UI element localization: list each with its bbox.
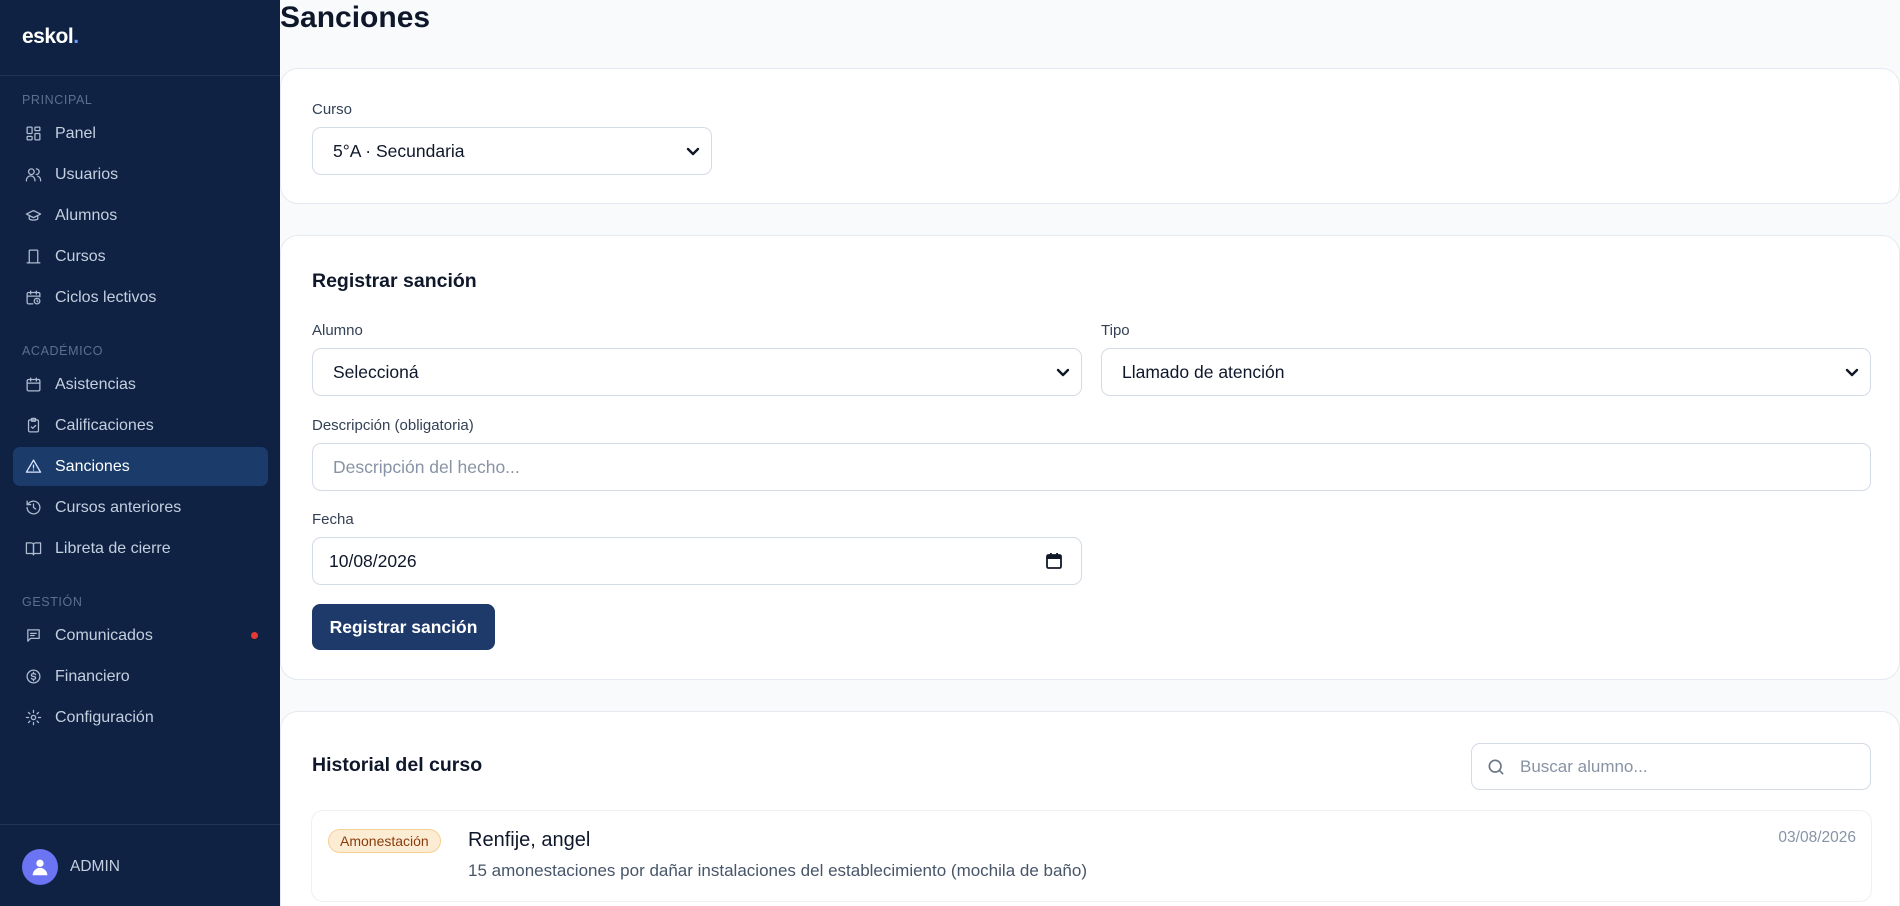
date-value: 10/08/2026 — [329, 550, 417, 571]
register-sanction-card: Registrar sanción Alumno Seleccioná Tipo… — [280, 235, 1900, 680]
register-card-title: Registrar sanción — [312, 270, 477, 292]
register-sanction-button[interactable]: Registrar sanción — [312, 604, 495, 650]
user-icon — [32, 859, 48, 876]
student-label: Alumno — [312, 322, 363, 339]
section-label-gestion: GESTIÓN — [22, 595, 83, 609]
users-icon — [24, 166, 42, 184]
sidebar-item-comunicados[interactable]: Comunicados — [13, 616, 268, 655]
calendar-clock-icon — [24, 289, 42, 307]
course-select[interactable]: 5°A · Secundaria — [312, 127, 712, 175]
dollar-circle-icon — [24, 668, 42, 686]
sidebar-item-cursos-anteriores[interactable]: Cursos anteriores — [13, 488, 268, 527]
sidebar-divider — [0, 824, 280, 825]
description-placeholder: Descripción del hecho... — [333, 456, 520, 477]
sidebar-item-panel[interactable]: Panel — [13, 114, 268, 153]
grid-icon — [24, 125, 42, 143]
sidebar: eskol. PRINCIPAL Panel Usuarios Alumnos … — [0, 0, 280, 906]
type-select-value: Llamado de atención — [1122, 361, 1285, 382]
sidebar-item-label: Panel — [55, 124, 96, 142]
history-icon — [24, 499, 42, 517]
search-placeholder: Buscar alumno... — [1520, 756, 1648, 776]
type-select[interactable]: Llamado de atención — [1101, 348, 1871, 396]
sidebar-item-libreta-de-cierre[interactable]: Libreta de cierre — [13, 529, 268, 568]
sidebar-item-alumnos[interactable]: Alumnos — [13, 196, 268, 235]
sidebar-item-label: Configuración — [55, 708, 154, 726]
sidebar-item-label: Asistencias — [55, 375, 136, 393]
section-label-academico: ACADÉMICO — [22, 344, 104, 358]
message-icon — [24, 627, 42, 645]
date-label: Fecha — [312, 511, 354, 528]
record-description: 15 amonestaciones por dañar instalacione… — [468, 861, 1087, 880]
sidebar-item-label: Alumnos — [55, 206, 118, 224]
door-icon — [24, 248, 42, 266]
sidebar-item-label: Cursos — [55, 247, 106, 265]
user-name: ADMIN — [70, 858, 120, 875]
sidebar-item-usuarios[interactable]: Usuarios — [13, 155, 268, 194]
sidebar-item-sanciones[interactable]: Sanciones — [13, 447, 268, 486]
description-label: Descripción (obligatoria) — [312, 417, 474, 434]
sidebar-item-ciclos-lectivos[interactable]: Ciclos lectivos — [13, 278, 268, 317]
chevron-down-icon — [685, 143, 701, 159]
sidebar-item-configuracion[interactable]: Configuración — [13, 698, 268, 737]
description-input[interactable]: Descripción del hecho... — [312, 443, 1871, 491]
course-history-card: Historial del curso Buscar alumno... Amo… — [280, 711, 1900, 906]
status-badge: Amonestación — [328, 829, 441, 853]
sidebar-item-label: Usuarios — [55, 165, 119, 183]
sidebar-item-label: Sanciones — [55, 457, 130, 475]
sidebar-item-financiero[interactable]: Financiero — [13, 657, 268, 696]
search-student-input[interactable]: Buscar alumno... — [1471, 743, 1871, 790]
section-label-principal: PRINCIPAL — [22, 93, 93, 107]
record-date: 03/08/2026 — [1778, 829, 1856, 846]
sidebar-item-label: Ciclos lectivos — [55, 288, 157, 306]
course-selector-card: Curso 5°A · Secundaria — [280, 68, 1900, 204]
clipboard-check-icon — [24, 417, 42, 435]
list-item[interactable]: Amonestación Renfije, angel 15 amonestac… — [311, 810, 1872, 902]
user-profile[interactable]: ADMIN — [22, 849, 120, 885]
graduation-cap-icon — [24, 207, 42, 225]
warning-triangle-icon — [24, 458, 42, 476]
student-select[interactable]: Seleccioná — [312, 348, 1082, 396]
avatar — [22, 849, 58, 885]
notification-dot — [251, 632, 258, 639]
sidebar-item-asistencias[interactable]: Asistencias — [13, 365, 268, 404]
student-select-value: Seleccioná — [333, 361, 419, 382]
sidebar-item-label: Comunicados — [55, 626, 153, 644]
sidebar-item-label: Financiero — [55, 667, 130, 685]
sidebar-item-label: Libreta de cierre — [55, 539, 171, 557]
sidebar-divider — [0, 75, 280, 76]
sidebar-item-label: Cursos anteriores — [55, 498, 182, 516]
chevron-down-icon — [1844, 364, 1860, 380]
search-icon — [1486, 757, 1506, 777]
chevron-down-icon — [1055, 364, 1071, 380]
date-input[interactable]: 10/08/2026 — [312, 537, 1082, 585]
record-student-name: Renfije, angel — [468, 829, 591, 851]
page-title: Sanciones — [280, 1, 431, 34]
sidebar-item-calificaciones[interactable]: Calificaciones — [13, 406, 268, 445]
app-logo[interactable]: eskol. — [22, 25, 79, 49]
sidebar-item-cursos[interactable]: Cursos — [13, 237, 268, 276]
type-label: Tipo — [1101, 322, 1130, 339]
course-label: Curso — [312, 101, 353, 118]
sidebar-item-label: Calificaciones — [55, 416, 154, 434]
calendar-icon[interactable] — [1045, 552, 1063, 570]
history-card-title: Historial del curso — [312, 754, 483, 776]
course-select-value: 5°A · Secundaria — [333, 140, 465, 161]
gear-icon — [24, 709, 42, 727]
book-open-icon — [24, 540, 42, 558]
calendar-icon — [24, 376, 42, 394]
